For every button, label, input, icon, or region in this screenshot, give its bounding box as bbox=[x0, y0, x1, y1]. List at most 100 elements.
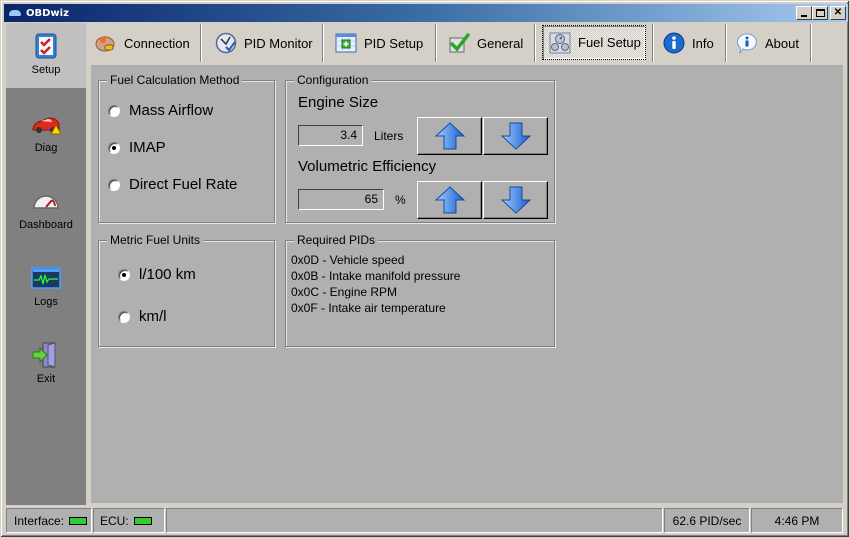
ecu-label: ECU: bbox=[100, 513, 129, 528]
engine-size-field[interactable]: 3.4 bbox=[298, 125, 363, 146]
tab-label: PID Monitor bbox=[244, 35, 313, 51]
engine-size-unit: Liters bbox=[374, 129, 404, 143]
arrow-up-icon bbox=[434, 122, 465, 150]
title-bar[interactable]: OBDwiz ✕ bbox=[4, 4, 848, 22]
radio-button[interactable] bbox=[118, 268, 130, 281]
radio-km-per-l[interactable]: km/l bbox=[118, 308, 167, 325]
car-warning-icon bbox=[32, 117, 61, 135]
radio-label: l/100 km bbox=[139, 266, 196, 283]
clock-time: 4:46 PM bbox=[774, 513, 820, 528]
tab-divider bbox=[810, 24, 812, 62]
clock-status: 4:46 PM bbox=[751, 508, 843, 533]
sidebar-label: Dashboard bbox=[19, 219, 73, 231]
radio-button[interactable] bbox=[108, 104, 120, 117]
arrow-up-icon bbox=[434, 186, 465, 214]
arrow-down-icon bbox=[500, 186, 531, 214]
tab-label: Fuel Setup bbox=[578, 35, 641, 50]
engine-size-label: Engine Size bbox=[298, 94, 379, 111]
tab-label: About bbox=[765, 35, 799, 51]
sidebar-item-setup[interactable]: Setup bbox=[6, 23, 86, 88]
volumetric-efficiency-unit: % bbox=[395, 193, 406, 207]
tab-divider bbox=[725, 24, 727, 62]
clock-check-icon bbox=[215, 32, 237, 54]
tab-divider bbox=[200, 24, 202, 62]
radio-button[interactable] bbox=[108, 141, 120, 154]
metric-fuel-units-group: Metric Fuel Units l/100 km km/l bbox=[98, 233, 275, 347]
app-window: OBDwiz ✕ Setup Diag Dashboard Logs Exit … bbox=[0, 0, 850, 538]
sidebar-label: Diag bbox=[34, 142, 58, 154]
gauges-icon bbox=[549, 32, 571, 53]
radio-mass-airflow[interactable]: Mass Airflow bbox=[108, 102, 213, 119]
pid-list-item: 0x0D - Vehicle speed bbox=[291, 253, 405, 267]
tab-divider bbox=[652, 24, 654, 62]
radio-label: Mass Airflow bbox=[129, 102, 214, 119]
tab-label: Info bbox=[692, 35, 714, 51]
info-circle-icon bbox=[663, 32, 685, 54]
radio-l-per-100km[interactable]: l/100 km bbox=[118, 266, 196, 283]
tab-divider bbox=[435, 24, 437, 62]
engine-size-increase-button[interactable] bbox=[417, 117, 482, 155]
ecu-led-indicator bbox=[133, 516, 152, 525]
close-button[interactable]: ✕ bbox=[830, 6, 846, 20]
pid-list-item: 0x0B - Intake manifold pressure bbox=[291, 269, 461, 283]
checklist-icon bbox=[35, 33, 57, 59]
pid-rate-status: 62.6 PID/sec bbox=[664, 508, 750, 533]
interface-label: Interface: bbox=[14, 513, 65, 528]
sidebar-item-exit[interactable]: Exit bbox=[6, 332, 86, 397]
sidebar-item-dashboard[interactable]: Dashboard bbox=[6, 178, 86, 243]
maximize-button[interactable] bbox=[812, 6, 828, 20]
engine-size-decrease-button[interactable] bbox=[483, 117, 548, 155]
radio-imap[interactable]: IMAP bbox=[108, 139, 166, 156]
tab-info[interactable]: Info bbox=[663, 23, 714, 63]
tab-connection[interactable]: Connection bbox=[95, 23, 190, 63]
tab-divider bbox=[534, 24, 536, 62]
tab-pid-monitor[interactable]: PID Monitor bbox=[215, 23, 313, 63]
tab-label: Connection bbox=[124, 35, 190, 51]
volumetric-efficiency-decrease-button[interactable] bbox=[483, 181, 548, 219]
waveform-monitor-icon bbox=[31, 267, 61, 289]
window-controls: ✕ bbox=[796, 6, 846, 20]
tab-about[interactable]: About bbox=[736, 23, 799, 63]
car-logo-icon bbox=[8, 8, 22, 18]
pid-list-item: 0x0C - Engine RPM bbox=[291, 285, 398, 299]
fuel-calculation-method-group: Fuel Calculation Method Mass Airflow IMA… bbox=[98, 73, 275, 223]
info-bubble-icon bbox=[736, 33, 757, 54]
volumetric-efficiency-increase-button[interactable] bbox=[417, 181, 482, 219]
connection-plug-icon bbox=[95, 36, 115, 52]
sidebar-label: Exit bbox=[36, 373, 56, 385]
radio-button[interactable] bbox=[108, 178, 120, 191]
tab-pid-setup[interactable]: PID Setup bbox=[335, 23, 423, 63]
radio-label: km/l bbox=[139, 308, 167, 325]
checkmark-icon bbox=[449, 33, 470, 53]
radio-label: IMAP bbox=[129, 139, 166, 156]
sidebar: Setup Diag Dashboard Logs Exit bbox=[6, 23, 86, 505]
arrow-down-icon bbox=[500, 122, 531, 150]
status-message-area bbox=[166, 508, 663, 533]
tab-label: PID Setup bbox=[364, 35, 424, 51]
interface-led-indicator bbox=[69, 516, 88, 525]
gauge-icon bbox=[33, 195, 59, 209]
window-title: OBDwiz bbox=[26, 7, 69, 19]
sidebar-item-diag[interactable]: Diag bbox=[6, 101, 86, 166]
required-pids-group: Required PIDs 0x0D - Vehicle speed 0x0B … bbox=[285, 233, 555, 347]
status-bar: Interface: ECU: 62.6 PID/sec 4:46 PM bbox=[4, 507, 847, 535]
group-title: Required PIDs bbox=[294, 233, 379, 247]
radio-button[interactable] bbox=[118, 310, 130, 323]
exit-door-icon bbox=[32, 342, 56, 368]
tab-bar: Connection PID Monitor PID Setup General… bbox=[89, 23, 844, 63]
group-title: Metric Fuel Units bbox=[107, 233, 204, 247]
radio-direct-fuel-rate[interactable]: Direct Fuel Rate bbox=[108, 176, 237, 193]
group-title: Configuration bbox=[294, 73, 372, 87]
tab-fuel-setup[interactable]: Fuel Setup bbox=[542, 25, 646, 60]
volumetric-efficiency-field[interactable]: 65 bbox=[298, 189, 384, 210]
sidebar-label: Logs bbox=[34, 296, 58, 308]
grid-plus-icon bbox=[335, 33, 357, 53]
configuration-group: Configuration Engine Size 3.4 Liters Vol… bbox=[285, 73, 555, 223]
minimize-button[interactable] bbox=[796, 6, 812, 20]
tab-general[interactable]: General bbox=[448, 23, 523, 63]
pid-list-item: 0x0F - Intake air temperature bbox=[291, 301, 446, 315]
volumetric-efficiency-label: Volumetric Efficiency bbox=[298, 158, 437, 175]
sidebar-item-logs[interactable]: Logs bbox=[6, 255, 86, 320]
tab-divider bbox=[322, 24, 324, 62]
maximize-icon bbox=[815, 9, 825, 17]
